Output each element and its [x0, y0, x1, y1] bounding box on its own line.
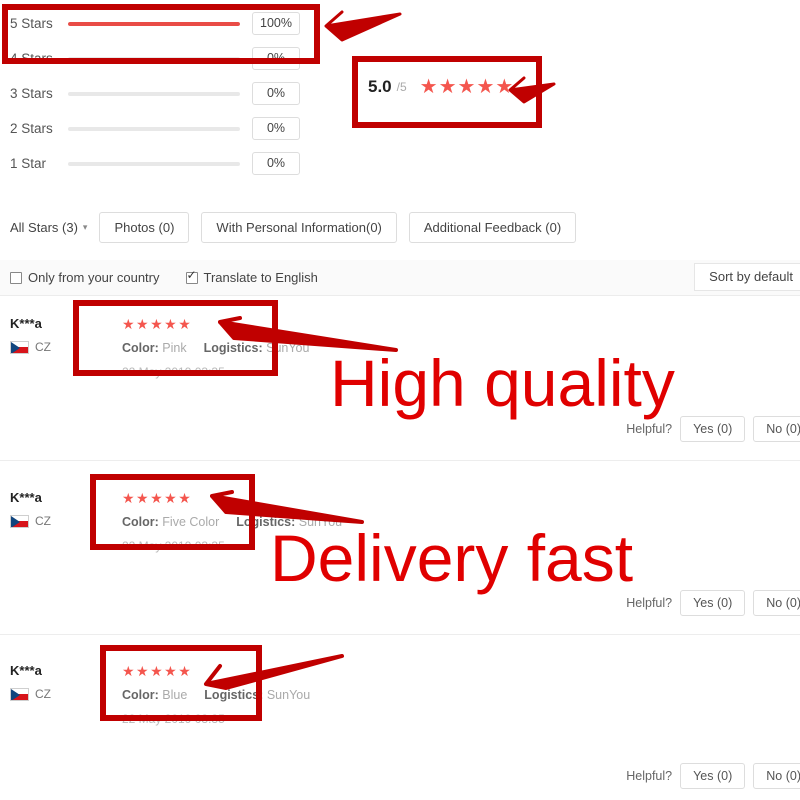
review-stars-icon: ★★★★★: [122, 663, 193, 679]
rating-bar-track: [68, 56, 240, 61]
review-username: K***a: [10, 316, 42, 331]
review-date: 22 May 2019 03:35: [122, 712, 225, 726]
review-country: CZ: [10, 340, 51, 354]
checkbox-checked-icon: [185, 269, 198, 284]
rating-bar-percent: 100%: [252, 12, 300, 35]
review-options-bar: Only from your country Translate to Engl…: [0, 260, 800, 296]
review-logistics-key: Logistics:: [204, 688, 264, 702]
review-color-key: Color:: [122, 688, 159, 702]
rating-bar-label: 2 Stars: [10, 121, 53, 136]
review-date: 22 May 2019 03:35: [122, 539, 225, 553]
review-helpful-label: Helpful?: [626, 422, 673, 436]
flag-cz-icon: [10, 514, 29, 528]
review-helpful-yes-button[interactable]: Yes (0): [680, 590, 746, 616]
review-helpful-group: Helpful? Yes (0) No (0): [626, 763, 800, 789]
rating-bar-percent: 0%: [252, 117, 300, 140]
chevron-down-icon: ▾: [82, 222, 88, 232]
sort-dropdown[interactable]: Sort by default: [694, 263, 800, 291]
rating-bar-percent: 0%: [252, 152, 300, 175]
review-attributes: Color: Five Color Logistics: SunYou: [122, 515, 342, 529]
rating-bar-fill: [68, 21, 240, 26]
review-stars-icon: ★★★★★: [122, 490, 193, 506]
rating-bar-label: 1 Star: [10, 156, 47, 171]
review-divider: [0, 460, 800, 461]
rating-bar-row: 5 Stars 100%: [0, 6, 300, 41]
rating-bar-track: [68, 91, 240, 96]
review-helpful-no-button[interactable]: No (0): [753, 416, 800, 442]
rating-bar-track: [68, 161, 240, 166]
review-helpful-yes-button[interactable]: Yes (0): [680, 416, 746, 442]
review-logistics-value: SunYou: [266, 688, 311, 702]
overall-score-value: 5.0: [368, 76, 392, 96]
review-attributes: Color: Pink Logistics: SunYou: [122, 341, 309, 355]
overall-stars-icon: ★★★★★: [419, 76, 515, 98]
review-username: K***a: [10, 663, 42, 678]
rating-bar-row: 2 Stars 0%: [0, 111, 300, 146]
translate-to-english-checkbox[interactable]: Translate to English: [185, 269, 318, 285]
review-filter-bar: All Stars (3) ▾ Photos (0) With Personal…: [0, 212, 800, 243]
review-helpful-group: Helpful? Yes (0) No (0): [626, 416, 800, 442]
filter-chip-personal-information[interactable]: With Personal Information(0): [201, 212, 397, 243]
review-color-key: Color:: [122, 341, 159, 355]
flag-cz-icon: [10, 687, 29, 701]
rating-bar-row: 3 Stars 0%: [0, 76, 300, 111]
review-helpful-group: Helpful? Yes (0) No (0): [626, 590, 800, 616]
filter-chip-additional-feedback[interactable]: Additional Feedback (0): [408, 212, 577, 243]
rating-bar-label: 4 Stars: [10, 51, 53, 66]
translate-to-english-label: Translate to English: [203, 270, 318, 285]
rating-bar-track: [68, 21, 240, 26]
review-country-code: CZ: [35, 687, 51, 701]
review-helpful-label: Helpful?: [626, 596, 673, 610]
flag-cz-icon: [10, 340, 29, 354]
rating-bar-label: 5 Stars: [10, 16, 53, 31]
annotation-text-high-quality: High quality: [330, 346, 675, 420]
rating-bar-track: [68, 126, 240, 131]
rating-distribution: 5 Stars 100% 4 Stars 0% 3 Stars 0% 2 Sta…: [0, 6, 300, 181]
review-country: CZ: [10, 687, 51, 701]
overall-rating: 5.0 /5 ★★★★★: [368, 74, 514, 99]
review-country: CZ: [10, 514, 51, 528]
review-username: K***a: [10, 490, 42, 505]
review-stars-icon: ★★★★★: [122, 316, 193, 332]
only-from-your-country-checkbox[interactable]: Only from your country: [10, 270, 160, 285]
review-country-code: CZ: [35, 340, 51, 354]
review-color-value: Blue: [162, 688, 188, 702]
rating-bar-row: 1 Star 0%: [0, 146, 300, 181]
all-stars-label: All Stars (3): [10, 220, 78, 235]
review-helpful-yes-button[interactable]: Yes (0): [680, 763, 746, 789]
review-color-value: Five Color: [162, 515, 220, 529]
filter-chip-photos[interactable]: Photos (0): [99, 212, 190, 243]
rating-bar-label: 3 Stars: [10, 86, 53, 101]
rating-bar-percent: 0%: [252, 82, 300, 105]
checkbox-icon: [10, 271, 22, 284]
review-helpful-label: Helpful?: [626, 769, 673, 783]
rating-bar-row: 4 Stars 0%: [0, 41, 300, 76]
review-color-key: Color:: [122, 515, 159, 529]
all-stars-dropdown[interactable]: All Stars (3) ▾: [10, 220, 87, 235]
review-logistics-value: SunYou: [298, 515, 343, 529]
rating-bar-percent: 0%: [252, 47, 300, 70]
review-helpful-no-button[interactable]: No (0): [753, 763, 800, 789]
review-logistics-key: Logistics:: [236, 515, 296, 529]
review-attributes: Color: Blue Logistics: SunYou: [122, 688, 310, 702]
annotation-text-delivery-fast: Delivery fast: [270, 521, 634, 595]
review-logistics-value: SunYou: [266, 341, 310, 355]
overall-score-max: /5: [396, 79, 407, 94]
annotation-arrow-to-100-percent: [324, 10, 402, 42]
annotation-box-review-3-stars: [100, 645, 262, 721]
review-color-value: Pink: [162, 341, 187, 355]
review-helpful-no-button[interactable]: No (0): [753, 590, 800, 616]
review-logistics-key: Logistics:: [203, 341, 263, 355]
review-divider: [0, 634, 800, 635]
review-country-code: CZ: [35, 514, 51, 528]
only-from-your-country-label: Only from your country: [28, 270, 160, 285]
review-date: 22 May 2019 03:35: [122, 365, 225, 379]
